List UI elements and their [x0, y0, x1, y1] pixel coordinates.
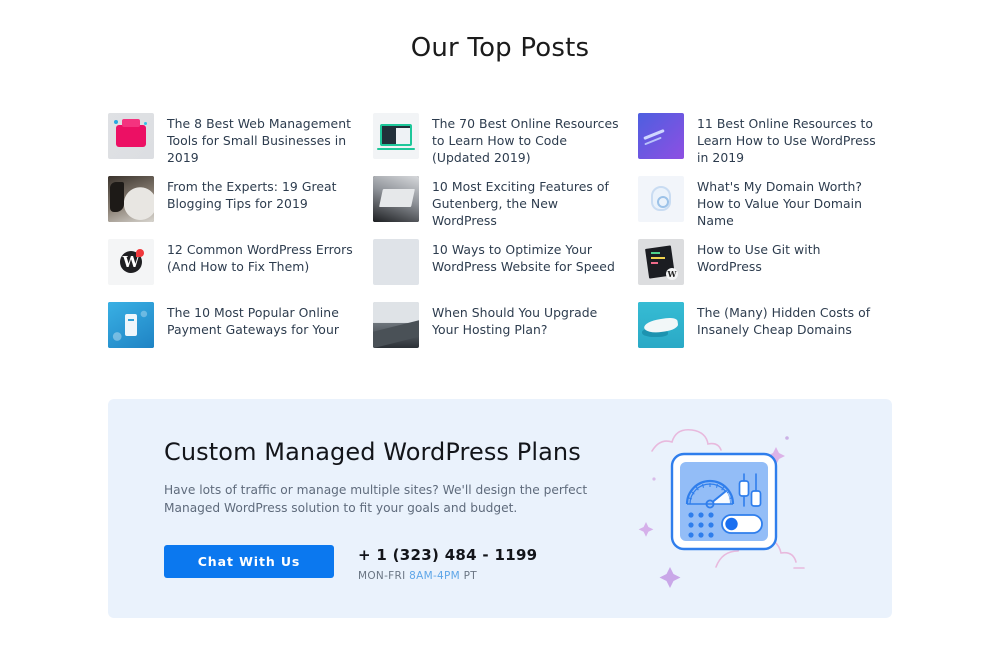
optimize-speed-thumbnail — [373, 239, 419, 285]
blogging-tips-thumbnail — [108, 176, 154, 222]
post-title: 11 Best Online Resources to Learn How to… — [697, 116, 876, 165]
post-title: What's My Domain Worth? How to Value You… — [697, 179, 862, 228]
web-management-tools-thumbnail — [108, 113, 154, 159]
post-title: From the Experts: 19 Great Blogging Tips… — [167, 179, 337, 211]
list-item[interactable]: From the Experts: 19 Great Blogging Tips… — [108, 176, 358, 239]
hours-prefix: MON-FRI — [358, 570, 410, 582]
page-root: Our Top Posts The 8 Best Web Management … — [0, 0, 1000, 656]
list-item[interactable]: 10 Ways to Optimize Your WordPress Websi… — [373, 239, 623, 302]
cheap-domains-thumbnail — [638, 302, 684, 348]
control-panel-dashboard-illustration — [634, 421, 864, 596]
hours-highlight: 8AM-4PM — [409, 570, 461, 582]
wordpress-errors-thumbnail: W — [108, 239, 154, 285]
upgrade-hosting-thumbnail — [373, 302, 419, 348]
list-item[interactable]: The 10 Most Popular Online Payment Gatew… — [108, 302, 358, 365]
list-item[interactable]: What's My Domain Worth? How to Value You… — [638, 176, 888, 239]
payment-gateways-thumbnail — [108, 302, 154, 348]
hours-suffix: PT — [460, 570, 478, 582]
support-hours: MON-FRI 8AM-4PM PT — [358, 570, 537, 582]
list-item[interactable]: 10 Most Exciting Features of Gutenberg, … — [373, 176, 623, 239]
post-title: When Should You Upgrade Your Hosting Pla… — [432, 305, 598, 337]
git-wordpress-thumbnail: W — [638, 239, 684, 285]
post-title: How to Use Git with WordPress — [697, 242, 821, 274]
phone-number[interactable]: + 1 (323) 484 - 1199 — [358, 546, 537, 564]
post-title: The 8 Best Web Management Tools for Smal… — [167, 116, 352, 165]
cta-title: Custom Managed WordPress Plans — [164, 438, 581, 466]
top-posts-grid: The 8 Best Web Management Tools for Smal… — [108, 113, 898, 365]
list-item[interactable]: W 12 Common WordPress Errors (And How to… — [108, 239, 358, 302]
cta-description: Have lots of traffic or manage multiple … — [164, 483, 588, 515]
post-title: 10 Ways to Optimize Your WordPress Websi… — [432, 242, 615, 274]
post-title: 12 Common WordPress Errors (And How to F… — [167, 242, 353, 274]
post-title: The (Many) Hidden Costs of Insanely Chea… — [697, 305, 871, 337]
post-title: The 10 Most Popular Online Payment Gatew… — [167, 305, 339, 337]
list-item[interactable]: The 70 Best Online Resources to Learn Ho… — [373, 113, 623, 176]
domain-worth-thumbnail — [638, 176, 684, 222]
cta-actions: Chat With Us + 1 (323) 484 - 1199 MON-FR… — [164, 545, 634, 582]
cta-content: Custom Managed WordPress Plans Have lots… — [164, 438, 634, 582]
custom-plans-cta-panel: Custom Managed WordPress Plans Have lots… — [108, 399, 892, 618]
page-title: Our Top Posts — [410, 33, 590, 63]
chat-with-us-button[interactable]: Chat With Us — [164, 545, 334, 578]
learn-to-code-thumbnail — [373, 113, 419, 159]
gutenberg-thumbnail — [373, 176, 419, 222]
list-item[interactable]: When Should You Upgrade Your Hosting Pla… — [373, 302, 623, 365]
list-item[interactable]: W How to Use Git with WordPress — [638, 239, 888, 302]
phone-block: + 1 (323) 484 - 1199 MON-FRI 8AM-4PM PT — [358, 545, 537, 582]
list-item[interactable]: The 8 Best Web Management Tools for Smal… — [108, 113, 358, 176]
list-item[interactable]: The (Many) Hidden Costs of Insanely Chea… — [638, 302, 888, 365]
post-title: 10 Most Exciting Features of Gutenberg, … — [432, 179, 609, 228]
learn-wordpress-thumbnail — [638, 113, 684, 159]
post-title: The 70 Best Online Resources to Learn Ho… — [432, 116, 619, 165]
list-item[interactable]: 11 Best Online Resources to Learn How to… — [638, 113, 888, 176]
